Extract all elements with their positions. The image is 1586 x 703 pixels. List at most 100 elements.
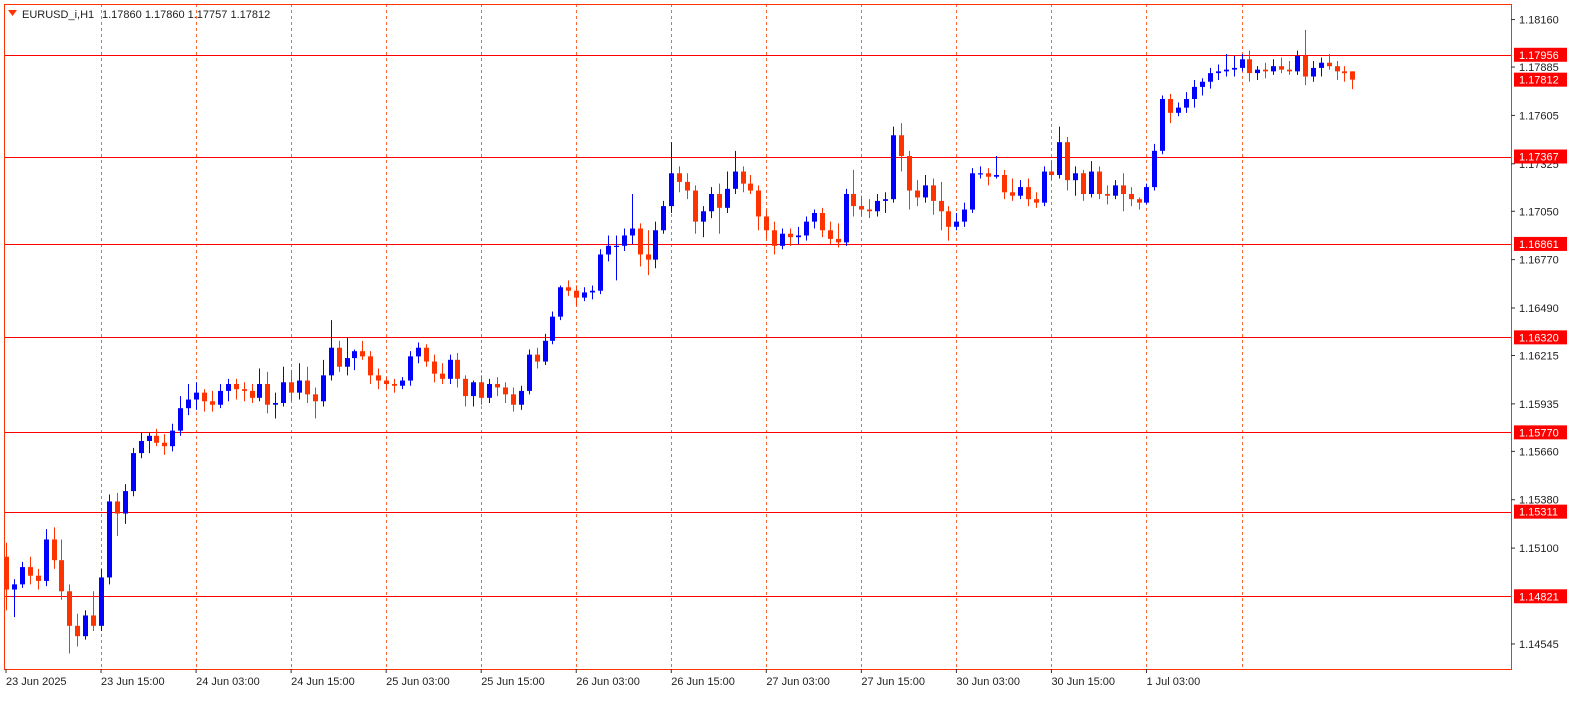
candle — [709, 187, 714, 219]
candle-body — [384, 380, 389, 384]
candle — [36, 568, 41, 590]
candle-body — [337, 347, 342, 367]
candle — [1121, 173, 1126, 212]
candle-body — [1002, 175, 1007, 193]
y-tick-label: 1.14545 — [1519, 639, 1559, 651]
y-tick-label: 1.17885 — [1519, 62, 1559, 74]
candle — [725, 171, 730, 213]
x-tick-label: 24 Jun 03:00 — [196, 676, 260, 688]
candle — [1200, 78, 1205, 96]
candle — [67, 584, 72, 654]
candle-body — [566, 287, 571, 291]
candle — [432, 354, 437, 383]
candle-body — [115, 501, 120, 514]
candle-body — [424, 347, 429, 362]
candle-body — [360, 351, 365, 357]
candle-body — [107, 501, 112, 578]
candle — [131, 447, 136, 497]
candle-body — [867, 209, 872, 212]
candle-body — [558, 287, 563, 317]
candle — [590, 285, 595, 300]
candle-body — [582, 292, 587, 298]
level-price-tag: 1.16320 — [1519, 332, 1559, 344]
candle — [337, 340, 342, 372]
candle-body — [836, 238, 841, 243]
candle-body — [36, 575, 41, 581]
candle — [242, 382, 247, 402]
candle-body — [1065, 142, 1070, 181]
candle-body — [1287, 69, 1292, 72]
candle — [1042, 166, 1047, 207]
y-tick-label: 1.16490 — [1519, 303, 1559, 315]
candle — [1311, 61, 1316, 82]
candle — [1350, 71, 1355, 90]
candle — [139, 432, 144, 459]
candle — [265, 371, 270, 414]
level-price-tag: 1.14821 — [1519, 591, 1559, 603]
candle-body — [986, 173, 991, 177]
level-lines — [4, 55, 1511, 597]
chart-menu-triangle-icon[interactable] — [8, 10, 17, 16]
candle — [305, 366, 310, 403]
candle-body — [242, 389, 247, 391]
candle — [931, 178, 936, 215]
x-tick-label: 26 Jun 15:00 — [671, 676, 735, 688]
candle — [535, 347, 540, 369]
candle — [1081, 169, 1086, 201]
candle — [764, 209, 769, 239]
candle — [44, 529, 49, 587]
candle-body — [44, 539, 49, 581]
candle-body — [875, 200, 880, 212]
candle — [1295, 50, 1300, 75]
candle-body — [1042, 171, 1047, 203]
price-chart[interactable]: 1.181601.178851.176051.173251.170501.167… — [0, 0, 1586, 703]
candle-body — [1057, 142, 1062, 175]
candle — [1089, 161, 1094, 198]
candle — [329, 320, 334, 381]
candle — [408, 351, 413, 386]
candle-body — [1026, 187, 1031, 200]
candle — [392, 378, 397, 393]
candle-body — [12, 584, 17, 590]
candle — [1137, 197, 1142, 210]
candle — [1049, 161, 1054, 181]
y-tick-label: 1.15935 — [1519, 399, 1559, 411]
candle-body — [574, 290, 579, 298]
candle — [1342, 66, 1347, 82]
candle-body — [550, 316, 555, 341]
candle-body — [1208, 73, 1213, 82]
candle — [1184, 92, 1189, 113]
candle — [107, 494, 112, 585]
candle — [455, 352, 460, 388]
candle-body — [147, 435, 152, 441]
candle-body — [788, 233, 793, 238]
candle — [1129, 187, 1134, 207]
candle-body — [859, 206, 864, 210]
candle — [297, 363, 302, 400]
candle-body — [234, 384, 239, 390]
candle — [479, 375, 484, 405]
candle — [661, 200, 666, 234]
candle — [384, 377, 389, 390]
candle — [543, 333, 548, 365]
candle-body — [748, 183, 753, 191]
candle — [448, 354, 453, 384]
candle — [487, 378, 492, 403]
candle — [1287, 61, 1292, 75]
x-tick-label: 23 Jun 2025 — [6, 676, 67, 688]
candle — [527, 349, 532, 395]
candle — [12, 579, 17, 618]
level-price-tag: 1.17367 — [1519, 152, 1559, 164]
candle-body — [717, 194, 722, 208]
candle-body — [1279, 66, 1284, 70]
candle — [883, 192, 888, 213]
level-price-tag: 1.17956 — [1519, 50, 1559, 62]
candle-body — [954, 221, 959, 227]
candle — [352, 349, 357, 371]
candle-body — [994, 175, 999, 177]
candle — [400, 377, 405, 390]
candle-body — [440, 373, 445, 379]
candle-body — [1168, 99, 1173, 113]
candle-body — [661, 206, 666, 231]
candle-body — [844, 194, 849, 243]
